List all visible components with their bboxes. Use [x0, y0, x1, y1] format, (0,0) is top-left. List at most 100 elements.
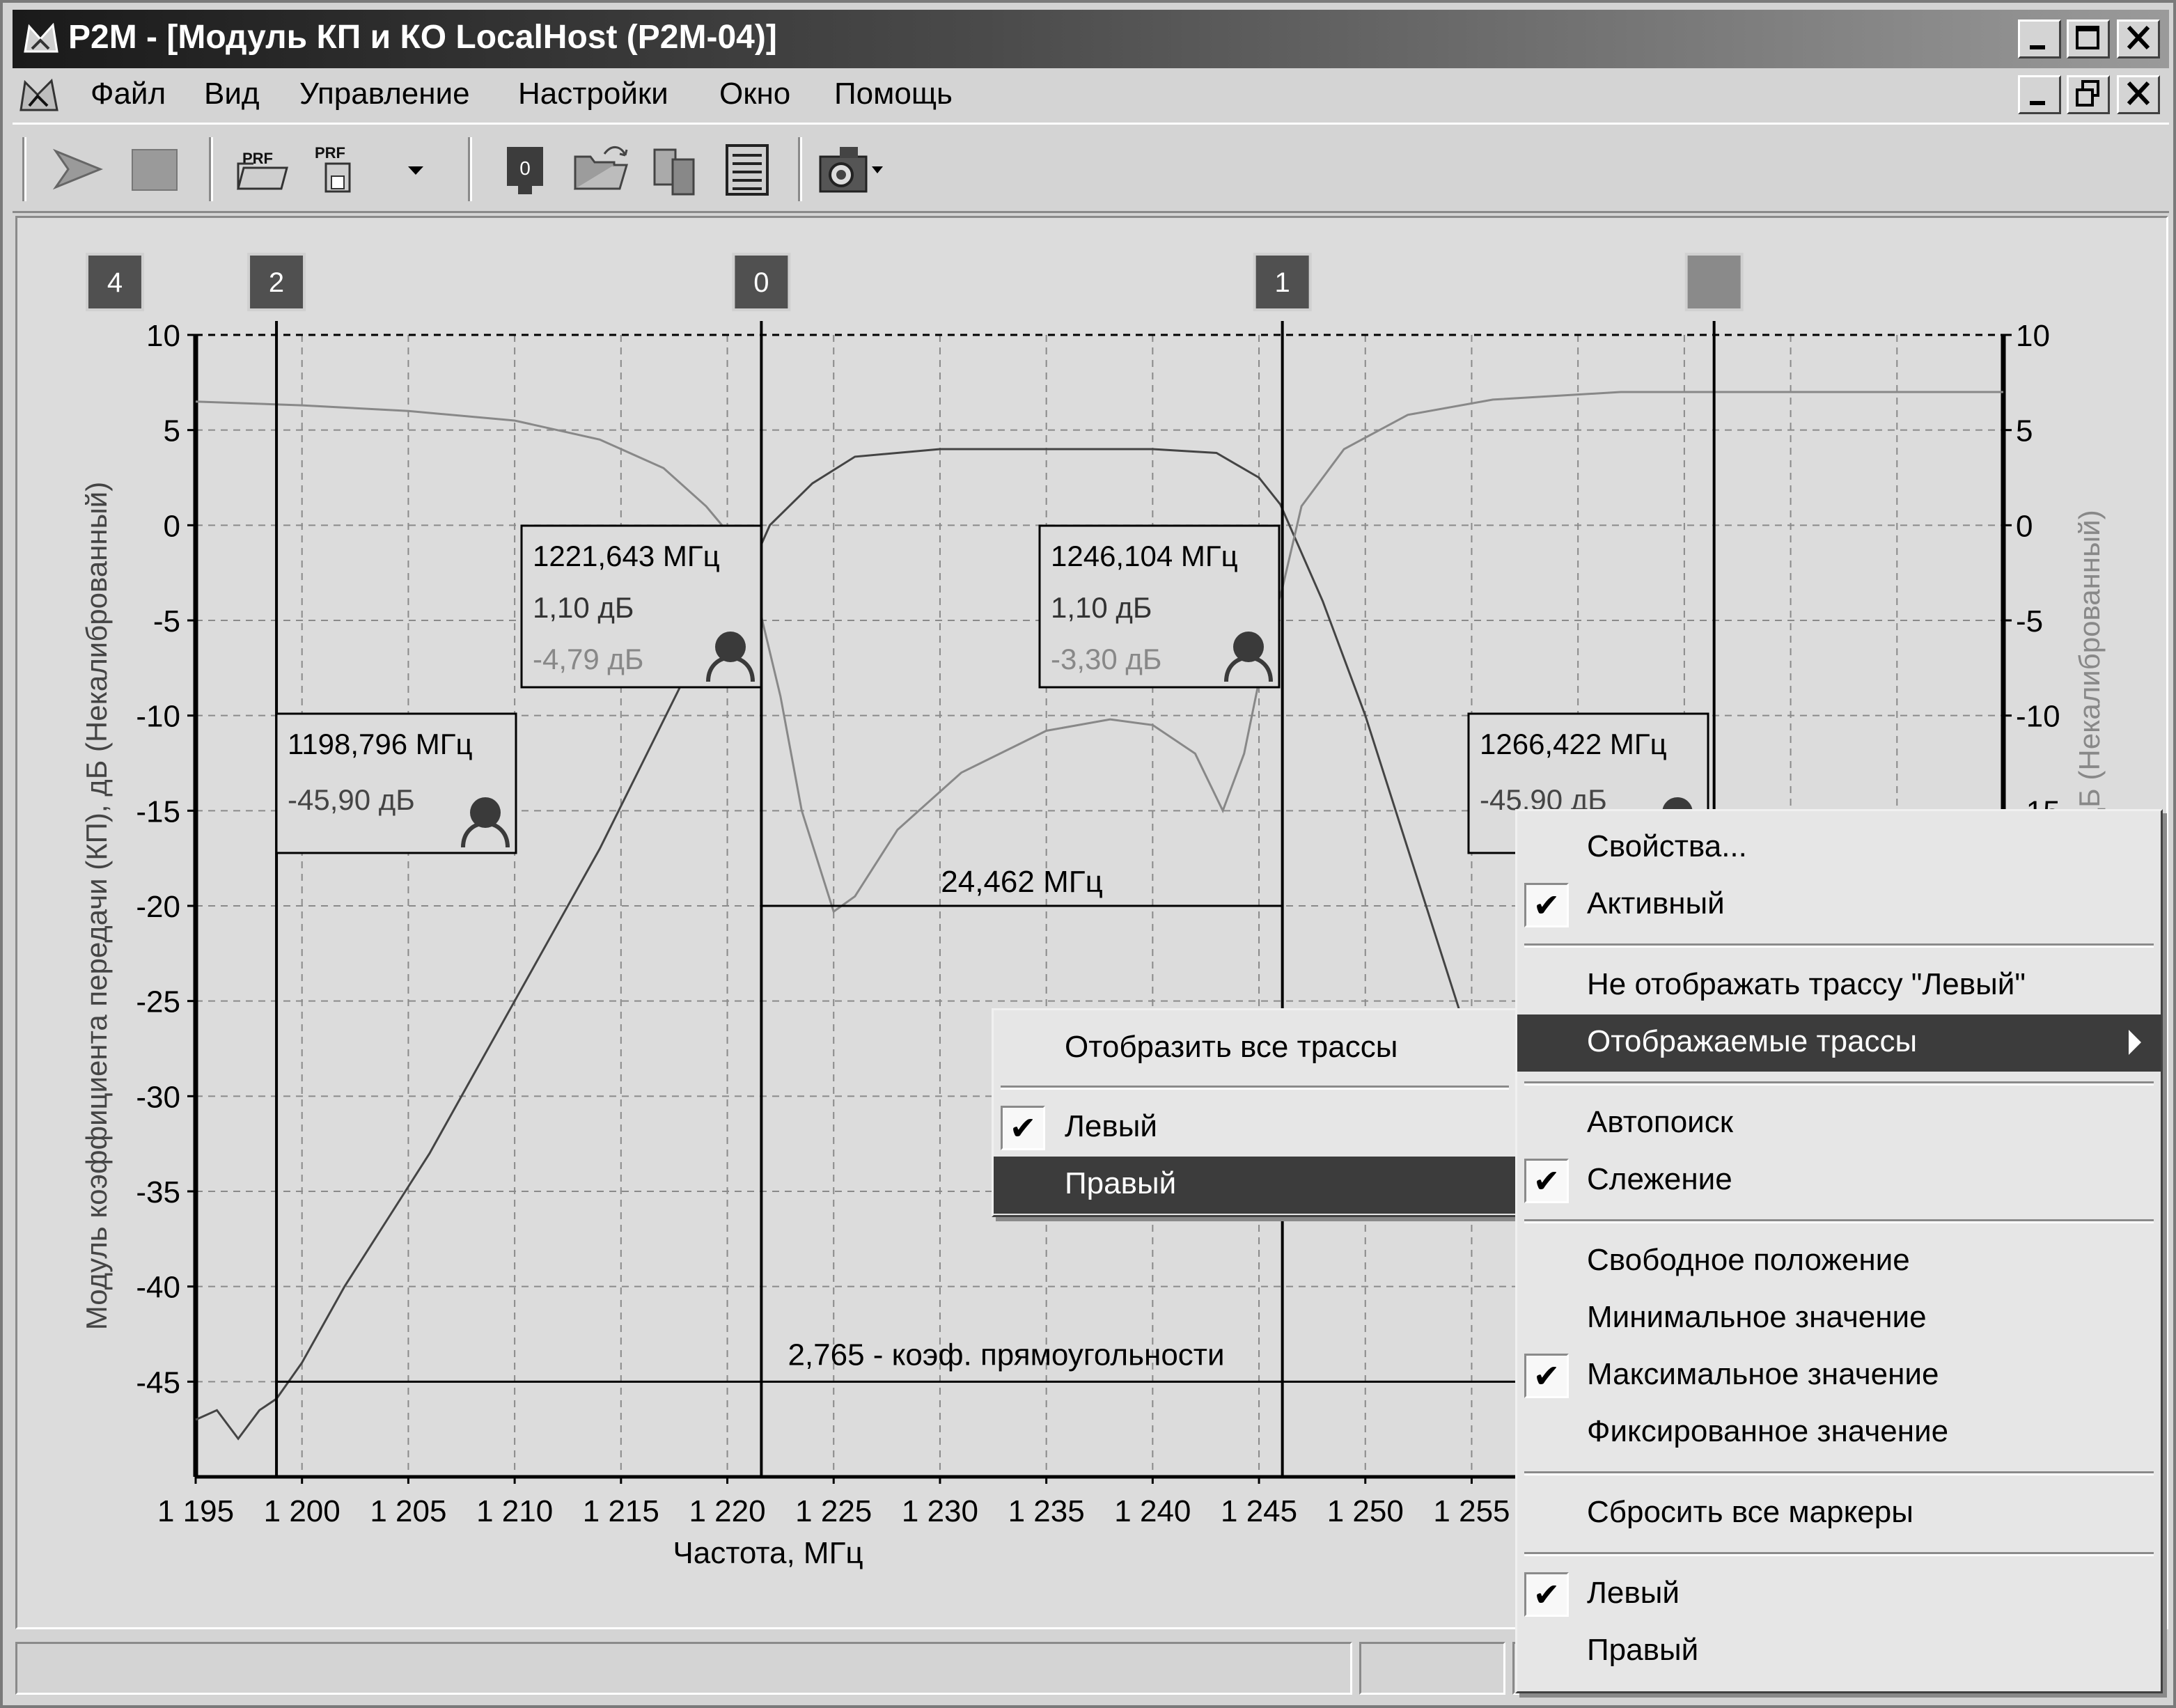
minimize-icon	[2030, 45, 2045, 49]
menu-help[interactable]: Помощь	[834, 77, 953, 111]
child-close-button[interactable]	[2117, 75, 2160, 114]
menu-item-right[interactable]: Правый	[1517, 1623, 2161, 1680]
document-logo-icon[interactable]	[17, 75, 61, 114]
toolbar-separator	[468, 137, 472, 201]
menu-item-min-value[interactable]: Минимальное значение	[1517, 1290, 2161, 1347]
toolbar: PRF PRF 0	[13, 123, 2169, 213]
menu-item-tracking[interactable]: ✔ Слежение	[1517, 1152, 2161, 1209]
marker-readout-value-1: 1,10 дБ	[1051, 591, 1152, 624]
close-button[interactable]	[2117, 19, 2160, 58]
toolbar-grip[interactable]	[22, 137, 26, 201]
play-icon[interactable]	[47, 140, 110, 198]
y-tick-label-right: -5	[2016, 604, 2043, 638]
save-prf-icon[interactable]: PRF	[305, 140, 368, 198]
y-tick-label-left: -45	[136, 1365, 180, 1400]
menu-bar: Файл Вид Управление Настройки Окно Помощ…	[13, 72, 2169, 118]
y-axis-label-left: Модуль коэффициента передачи (КП), дБ (Н…	[80, 482, 113, 1330]
status-panel-main	[15, 1642, 1352, 1695]
minimize-button[interactable]	[2018, 19, 2061, 58]
open-folder-icon[interactable]	[570, 140, 632, 198]
x-tick-label: 1 225	[795, 1494, 872, 1528]
copy-icon[interactable]	[645, 140, 707, 198]
check-icon: ✔	[1524, 1159, 1569, 1203]
menu-settings[interactable]: Настройки	[518, 77, 668, 111]
marker-readout-frequency: 1198,796 МГц	[288, 728, 473, 760]
dropdown-arrow-icon[interactable]	[402, 140, 430, 198]
marker-context-menu: Свойства... ✔ Активный Не отображать тра…	[1515, 809, 2163, 1693]
maximize-button[interactable]	[2067, 19, 2110, 58]
check-icon: ✔	[1524, 1354, 1569, 1398]
y-tick-label-left: -30	[136, 1080, 180, 1114]
menu-item-fixed-value[interactable]: Фиксированное значение	[1517, 1404, 2161, 1462]
y-tick-label-left: 10	[146, 319, 180, 353]
submenu-arrow-icon	[2129, 1030, 2141, 1055]
menu-item-free-position[interactable]: Свободное положение	[1517, 1233, 2161, 1290]
table-icon[interactable]	[717, 140, 780, 198]
y-axis-label-right: ), дБ (Некалиброванный)	[2073, 510, 2106, 850]
app-logo-icon	[24, 22, 58, 53]
y-tick-label-left: 0	[164, 509, 180, 543]
y-tick-label-right: 10	[2016, 319, 2050, 353]
marker-icon[interactable]: 0	[497, 140, 553, 198]
submenu-item-left[interactable]: ✔ Левый	[994, 1099, 1516, 1157]
marker-readout-value-2: -3,30 дБ	[1051, 643, 1161, 675]
marker-readout-frequency: 1266,422 МГц	[1480, 728, 1667, 760]
y-tick-label-left: -15	[136, 794, 180, 829]
menu-control[interactable]: Управление	[299, 77, 470, 111]
menu-item-hide-trace[interactable]: Не отображать трассу "Левый"	[1517, 957, 2161, 1014]
title-bar[interactable]: P2M - [Модуль КП и КО LocalHost (P2M-04)…	[13, 10, 2169, 68]
series-line-1	[195, 448, 1714, 1441]
y-tick-label-right: -10	[2016, 700, 2060, 734]
menu-separator	[1524, 1219, 2154, 1223]
menu-file[interactable]: Файл	[91, 77, 166, 111]
menu-separator	[1524, 1471, 2154, 1475]
marker-tab-label: 0	[753, 267, 769, 298]
open-prf-icon[interactable]: PRF	[233, 140, 295, 198]
x-tick-label: 1 210	[476, 1494, 553, 1528]
x-tick-label: 1 215	[583, 1494, 659, 1528]
stop-icon[interactable]	[124, 140, 187, 198]
x-tick-label: 1 195	[157, 1494, 234, 1528]
menu-item-displayed-traces[interactable]: Отображаемые трассы	[1517, 1014, 2161, 1072]
y-tick-label-left: 5	[164, 414, 180, 448]
menu-view[interactable]: Вид	[204, 77, 260, 111]
menu-item-properties[interactable]: Свойства...	[1517, 820, 2161, 877]
bandwidth-label: 24,462 МГц	[941, 865, 1102, 899]
menu-separator	[1524, 943, 2154, 948]
marker-tab-label: 2	[269, 267, 284, 298]
check-icon: ✔	[1524, 883, 1569, 927]
menu-separator	[1524, 1552, 2154, 1556]
marker-tab-label: 4	[107, 267, 123, 298]
window-title: P2M - [Модуль КП и КО LocalHost (P2M-04)…	[68, 19, 777, 56]
marker-readout-value-2: -4,79 дБ	[533, 643, 643, 675]
x-tick-label: 1 245	[1221, 1494, 1297, 1528]
shape-factor-label: 2,765 - коэф. прямоугольности	[788, 1338, 1224, 1372]
menu-window[interactable]: Окно	[719, 77, 790, 111]
svg-text:0: 0	[519, 157, 531, 179]
menu-item-left[interactable]: ✔ Левый	[1517, 1566, 2161, 1623]
restore-icon	[2076, 80, 2099, 107]
marker-readout-frequency: 1246,104 МГц	[1051, 540, 1238, 572]
camera-icon[interactable]	[813, 140, 890, 198]
marker-tab-4[interactable]	[1684, 253, 1744, 311]
minimize-icon	[2030, 101, 2045, 105]
svg-text:PRF: PRF	[315, 144, 345, 162]
x-tick-label: 1 200	[264, 1494, 341, 1528]
y-tick-label-right: 0	[2016, 509, 2033, 543]
submenu-item-show-all[interactable]: Отобразить все трассы	[994, 1020, 1516, 1077]
y-tick-label-left: -10	[136, 700, 180, 734]
y-tick-label-left: -25	[136, 985, 180, 1019]
x-tick-label: 1 235	[1008, 1494, 1085, 1528]
menu-item-autosearch[interactable]: Автопоиск	[1517, 1095, 2161, 1152]
menu-item-max-value[interactable]: ✔ Максимальное значение	[1517, 1347, 2161, 1404]
x-tick-label: 1 230	[902, 1494, 978, 1528]
chart-markers[interactable]: 4 2 0 1	[85, 253, 1744, 1477]
y-tick-label-left: -5	[153, 604, 180, 638]
x-tick-label: 1 220	[689, 1494, 765, 1528]
child-restore-button[interactable]	[2067, 75, 2110, 114]
submenu-item-right[interactable]: Правый	[994, 1157, 1516, 1214]
menu-item-active[interactable]: ✔ Активный	[1517, 877, 2161, 934]
child-minimize-button[interactable]	[2018, 75, 2061, 114]
menu-item-reset-markers[interactable]: Сбросить все маркеры	[1517, 1485, 2161, 1542]
toolbar-separator	[209, 137, 213, 201]
